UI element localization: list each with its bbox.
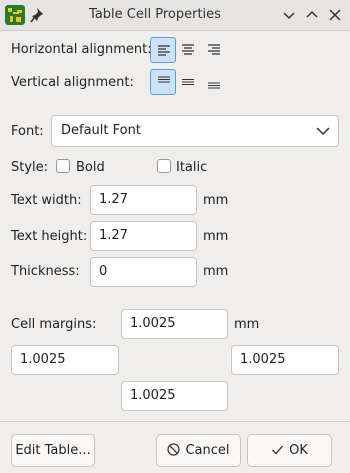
margin-bottom-input[interactable]: 1.0025 [121,381,228,411]
edit-table-button[interactable]: Edit Table... [11,434,95,467]
minimize-icon[interactable] [278,5,300,25]
text-width-input[interactable]: 1.27 [90,185,197,215]
edit-table-label: Edit Table... [15,443,91,458]
chevron-down-icon [316,127,330,136]
margin-left-input[interactable]: 1.0025 [11,345,119,375]
close-icon[interactable] [324,5,346,25]
window-title: Table Cell Properties [89,7,221,22]
maximize-icon[interactable] [301,5,323,25]
align-right-icon [208,44,220,55]
align-middle-button[interactable] [175,69,201,95]
margin-right-input[interactable]: 1.0025 [231,345,339,375]
font-label: Font: [11,124,44,139]
cancel-button[interactable]: Cancel [156,434,241,467]
thickness-unit: mm [203,264,229,279]
text-width-label: Text width: [11,193,82,208]
app-icon [5,5,25,25]
cancel-label: Cancel [185,443,230,458]
vertical-alignment-label: Vertical alignment: [11,75,134,90]
margins-unit: mm [234,317,260,332]
ok-button[interactable]: OK [247,434,332,467]
footer-divider [0,421,350,422]
font-select-value: Default Font [61,123,141,138]
thickness-input[interactable]: 0 [90,257,197,287]
text-width-unit: mm [203,193,229,208]
align-center-icon [182,44,194,55]
align-left-icon [158,45,170,56]
cell-margins-label: Cell margins: [11,317,97,332]
text-height-unit: mm [203,229,229,244]
align-bottom-icon [208,82,220,89]
bold-label[interactable]: Bold [76,160,105,175]
margin-top-input[interactable]: 1.0025 [121,309,228,339]
title-bar: Table Cell Properties [0,0,350,31]
align-bottom-button[interactable] [201,69,227,95]
italic-checkbox[interactable] [157,159,171,173]
align-top-button[interactable] [150,69,176,95]
style-label: Style: [11,160,49,175]
text-height-input[interactable]: 1.27 [90,221,197,251]
align-top-icon [158,76,170,83]
bold-checkbox[interactable] [56,159,70,173]
align-left-button[interactable] [150,37,176,63]
text-height-label: Text height: [11,229,88,244]
italic-label[interactable]: Italic [176,160,207,175]
pin-icon[interactable] [30,5,48,25]
ok-label: OK [289,443,308,458]
align-right-button[interactable] [201,37,227,63]
horizontal-alignment-label: Horizontal alignment: [11,42,152,57]
align-middle-icon [182,78,194,86]
thickness-label: Thickness: [11,264,80,279]
font-select[interactable]: Default Font [51,115,339,147]
check-icon [272,445,284,455]
align-center-button[interactable] [175,37,201,63]
cancel-icon [167,443,181,456]
